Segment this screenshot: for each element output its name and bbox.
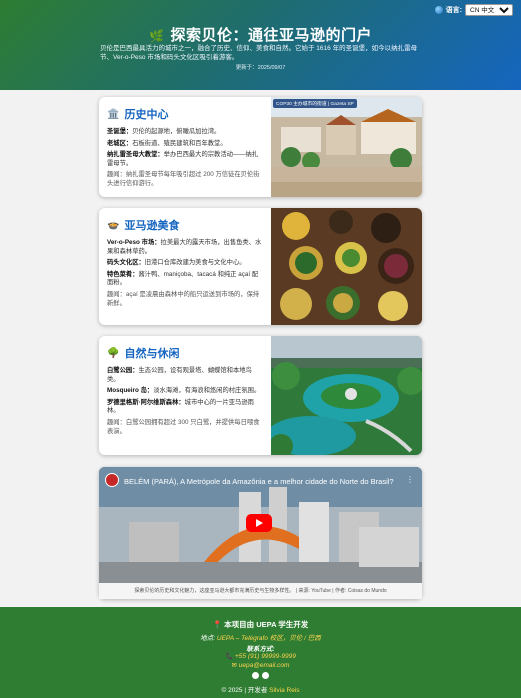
instagram-icon[interactable]	[262, 672, 270, 679]
card-item: 老城区：石板街道、殖民建筑和百年教堂。	[107, 139, 227, 147]
pin-icon: 📍	[212, 620, 223, 629]
channel-avatar[interactable]	[105, 473, 119, 487]
photo-credit-badge: COP30 主办城市的街道 | Gazeta SP	[273, 99, 357, 108]
card-item: 白鹭公园：生态公园，设有观景塔、蝴蝶馆和本地鸟类。	[107, 367, 252, 383]
card-fact: 趣闻：纳扎雷圣母节每年吸引超过 200 万信徒在贝伦街头进行信仰游行。	[107, 171, 260, 187]
card-text: 🍲 亚马逊美食 Ver-o-Peso 市场：拉美最大的露天市场，出售鱼类、水果和森…	[99, 208, 271, 325]
card-text: 🌳 自然与休闲 白鹭公园：生态公园，设有观景塔、蝴蝶馆和本地鸟类。 Mosquei…	[99, 336, 271, 455]
page-header: 语言: CN 中文 🌿 探索贝伦：通往亚马逊的门户 贝伦是巴西最具活力的城市之一，…	[0, 0, 521, 90]
email-icon: ✉	[231, 662, 237, 669]
footer-project: 📍 本项目由 UEPA 学生开发	[212, 620, 309, 629]
footer-social	[0, 672, 521, 679]
card-item: 特色菜肴：酱汁鸭、maniçoba、tacacá 和纯正 açaí 配面粉。	[107, 270, 259, 287]
play-button[interactable]	[246, 514, 272, 532]
page-title: 🌿 探索贝伦：通往亚马逊的门户	[0, 24, 521, 45]
footer-email[interactable]: ✉ uepa@email.com	[0, 661, 521, 669]
footer-location: 地点: UEPA – Telégrafo 校区，贝伦 / 巴西	[200, 635, 321, 642]
nature-photo	[271, 336, 422, 455]
card-history: 🏛️ 历史中心 圣诞堡：贝伦的起源地，俯瞰瓜加拉湾。 老城区：石板街道、殖民建筑和…	[99, 97, 422, 197]
cuisine-photo	[271, 208, 422, 325]
intro-text: 贝伦是巴西最具活力的城市之一，融合了历史、信仰、美食和自然。它始于 1616 年…	[100, 45, 418, 61]
card-item: 圣诞堡：贝伦的起源地，俯瞰瓜加拉湾。	[107, 128, 221, 135]
globe-icon	[434, 6, 443, 14]
more-options-icon[interactable]: ⋮	[406, 475, 414, 484]
card-fact: 趣闻：açaí 是凌晨由森林中的船只运送到市场的，保持新鲜。	[107, 290, 260, 307]
footer-phone[interactable]: 📞 +55 (91) 99999-9999	[0, 652, 521, 660]
video-title[interactable]: BELÉM (PARÁ), A Metrópole da Amazônia e …	[124, 477, 394, 486]
card-item: 罗德里格斯·阿尔维斯森林：城市中心的一片亚马逊雨林。	[107, 398, 254, 415]
language-label: 语言:	[445, 7, 462, 14]
card-title: 🍲 亚马逊美食	[107, 219, 180, 233]
card-title: 🏛️ 历史中心	[107, 108, 169, 122]
card-text: 🏛️ 历史中心 圣诞堡：贝伦的起源地，俯瞰瓜加拉湾。 老城区：石板街道、殖民建筑和…	[99, 97, 271, 197]
updated-date: 更新于：2025/09/07	[235, 65, 286, 71]
card-fact: 趣闻：白鹭公园拥有超过 300 只白鹭，并提供每日喂食表演。	[107, 418, 260, 435]
card-item: 纳扎雷圣母大教堂：举办巴西最大的宗教活动——纳扎雷母节。	[107, 151, 259, 167]
card-title: 🌳 自然与休闲	[107, 347, 180, 361]
facebook-icon[interactable]	[251, 672, 259, 679]
card-item: 码头文化区：旧港口仓库改建为美食与文化中心。	[107, 259, 246, 267]
footer-copyright: © 2025 | 开发者 Silvia Reis	[221, 687, 300, 694]
phone-icon: 📞	[225, 653, 234, 660]
youtube-video-embed[interactable]: BELÉM (PARÁ), A Metrópole da Amazônia e …	[99, 467, 422, 599]
developer-name: Silvia Reis	[269, 687, 300, 694]
museum-icon: 🏛️	[107, 108, 120, 120]
history-photo: COP30 主办城市的街道 | Gazeta SP	[271, 97, 422, 197]
video-caption: 探索贝伦的历史和文化魅力，这座亚马逊大都市充满历史与生物多样性。 | 来源: Y…	[99, 583, 422, 599]
leaf-icon: 🌿	[149, 29, 165, 43]
card-item: Mosqueiro 岛：淡水海滩，有海浪和悠闲的村庄氛围。	[107, 387, 261, 395]
card-item: Ver-o-Peso 市场：拉美最大的露天市场，出售鱼类、水果和森林草药。	[107, 239, 262, 255]
language-select[interactable]: CN 中文	[465, 4, 513, 16]
page-footer: 📍 本项目由 UEPA 学生开发 地点: UEPA – Telégrafo 校区…	[0, 607, 521, 698]
page-title-text: 探索贝伦：通往亚马逊的门户	[170, 27, 372, 44]
tree-icon: 🌳	[107, 347, 120, 359]
card-cuisine: 🍲 亚马逊美食 Ver-o-Peso 市场：拉美最大的露天市场，出售鱼类、水果和森…	[99, 208, 422, 325]
language-selector: 语言: CN 中文	[434, 4, 513, 16]
food-bowl-icon: 🍲	[107, 219, 120, 231]
card-nature: 🌳 自然与休闲 白鹭公园：生态公园，设有观景塔、蝴蝶馆和本地鸟类。 Mosquei…	[99, 336, 422, 455]
